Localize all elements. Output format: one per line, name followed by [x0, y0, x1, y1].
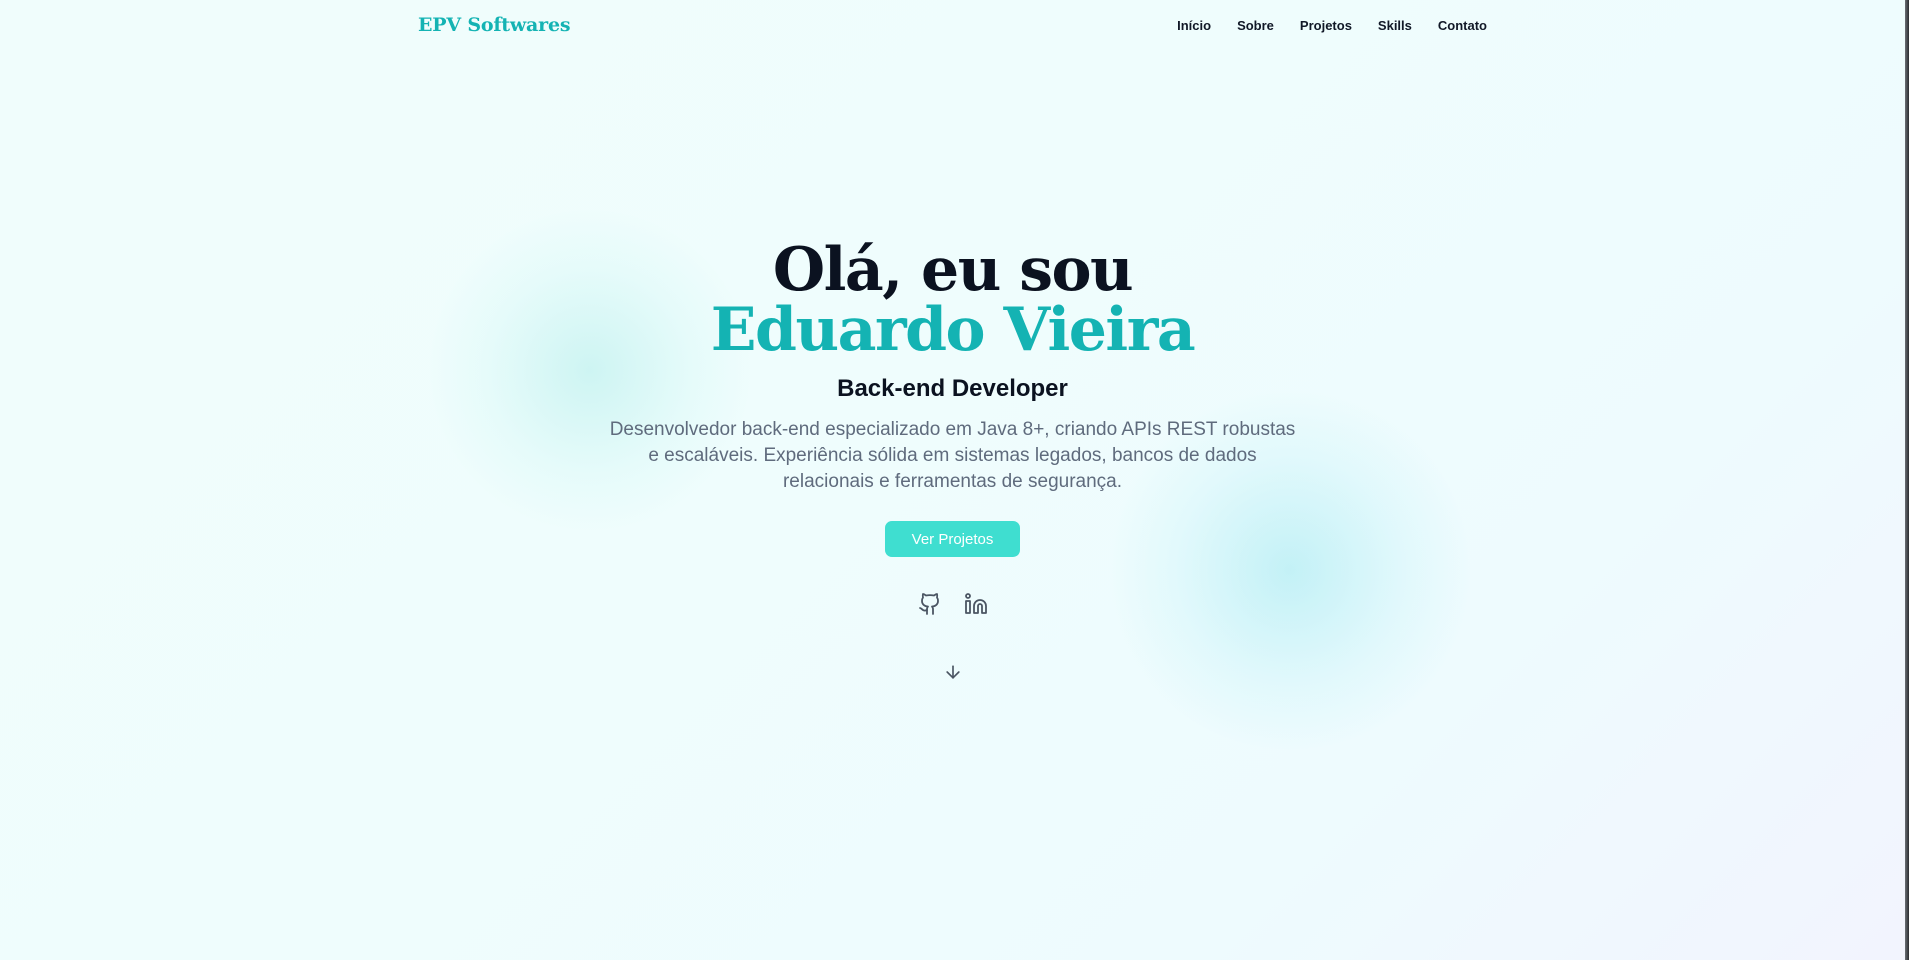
arrow-down-icon[interactable] — [942, 661, 964, 683]
linkedin-icon[interactable] — [963, 591, 989, 617]
scroll-down — [0, 661, 1905, 683]
window-edge — [1905, 0, 1909, 960]
nav-link-contato[interactable]: Contato — [1438, 18, 1487, 33]
nav-link-skills[interactable]: Skills — [1378, 18, 1412, 33]
github-icon[interactable] — [917, 591, 943, 617]
hero-description: Desenvolvedor back-end especializado em … — [609, 419, 1296, 492]
brand-logo[interactable]: EPV Softwares — [418, 14, 571, 36]
hero-role: Back-end Developer — [837, 375, 1068, 402]
hero-name: Eduardo Vieira — [710, 295, 1196, 365]
social-links — [0, 591, 1905, 617]
navbar: EPV Softwares Início Sobre Projetos Skil… — [418, 0, 1487, 50]
view-projects-button[interactable]: Ver Projetos — [885, 521, 1020, 557]
nav-link-inicio[interactable]: Início — [1177, 18, 1211, 33]
nav-link-projetos[interactable]: Projetos — [1300, 18, 1352, 33]
hero-greeting: Olá, eu sou — [772, 235, 1134, 305]
nav-link-sobre[interactable]: Sobre — [1237, 18, 1274, 33]
nav-links: Início Sobre Projetos Skills Contato — [1177, 18, 1487, 33]
hero-section: Olá, eu sou Eduardo Vieira Back-end Deve… — [0, 240, 1905, 683]
